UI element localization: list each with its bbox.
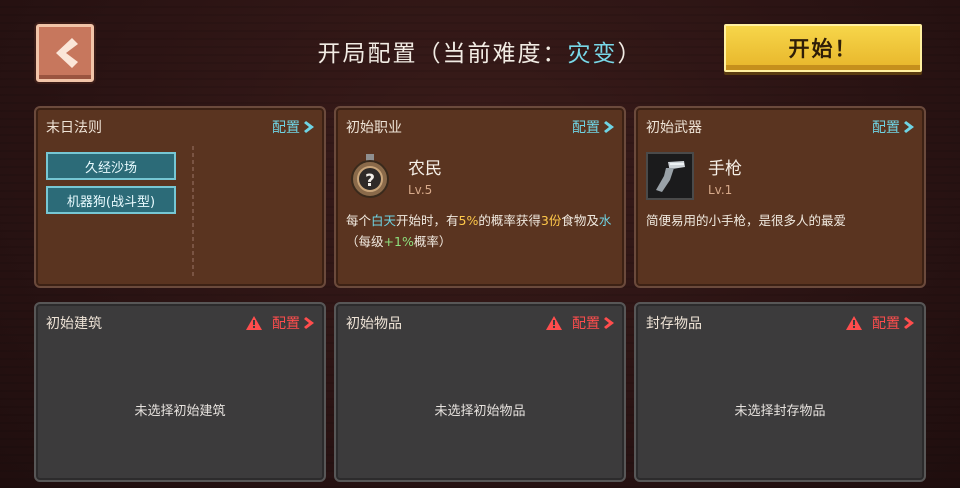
empty-items-text: 未选择初始物品 (434, 404, 526, 419)
empty-storage-text: 未选择封存物品 (734, 404, 826, 419)
rule-tag-robot-dog[interactable]: 机器狗(战斗型) (46, 186, 176, 214)
config-label: 配置 (272, 316, 300, 332)
profession-config-button[interactable]: 配置 (572, 117, 614, 137)
chevron-right-icon (604, 121, 614, 133)
panel-title: 末日法则 (46, 120, 102, 136)
rules-config-button[interactable]: 配置 (272, 117, 314, 137)
warning-icon (846, 316, 862, 330)
title-suffix: ） (617, 41, 643, 67)
warning-icon (246, 316, 262, 330)
config-label: 配置 (872, 120, 900, 136)
title-prefix: 开局配置（当前难度： (317, 41, 568, 67)
config-label: 配置 (272, 120, 300, 136)
panel-title: 初始武器 (646, 120, 702, 136)
items-config-button[interactable]: 配置 (546, 313, 614, 333)
profession-description: 每个白天开始时，有5%的概率获得3份食物及水（每级+1%概率） (346, 213, 612, 249)
start-button[interactable]: 开始！ (724, 24, 922, 72)
profession-level: Lv.5 (408, 183, 433, 197)
storage-config-button[interactable]: 配置 (846, 313, 914, 333)
weapon-name: 手枪 (708, 159, 742, 179)
weapon-description: 简便易用的小手枪，是很多人的最爱 (646, 213, 847, 228)
config-label: 配置 (572, 120, 600, 136)
warning-icon (546, 316, 562, 330)
question-badge-icon: ? (346, 152, 394, 200)
profession-name: 农民 (408, 159, 442, 179)
difficulty-label: 灾变 (567, 41, 618, 67)
chevron-right-icon (604, 317, 614, 329)
config-label: 配置 (872, 316, 900, 332)
panel-storage-items: 封存物品 配置 未选择封存物品 (634, 302, 926, 482)
empty-building-text: 未选择初始建筑 (134, 404, 226, 419)
chevron-right-icon (304, 121, 314, 133)
panel-doomsday-rules: 末日法则 配置 久经沙场 机器狗(战斗型) (34, 106, 326, 288)
svg-text:?: ? (365, 171, 375, 191)
panel-title: 封存物品 (646, 316, 702, 332)
weapon-config-button[interactable]: 配置 (872, 117, 914, 137)
panel-initial-building: 初始建筑 配置 未选择初始建筑 (34, 302, 326, 482)
building-config-button[interactable]: 配置 (246, 313, 314, 333)
chevron-right-icon (904, 121, 914, 133)
weapon-level: Lv.1 (708, 183, 733, 197)
panel-initial-profession: 初始职业 配置 ? 农民 Lv.5 每个白天开始时，有5%的概率获得3份食物及水… (334, 106, 626, 288)
chevron-right-icon (904, 317, 914, 329)
panel-title: 初始建筑 (46, 316, 102, 332)
pistol-icon (646, 152, 694, 200)
panel-initial-items: 初始物品 配置 未选择初始物品 (334, 302, 626, 482)
panel-title: 初始物品 (346, 316, 402, 332)
panel-title: 初始职业 (346, 120, 402, 136)
divider (192, 146, 194, 276)
config-label: 配置 (572, 316, 600, 332)
rule-tag-veteran[interactable]: 久经沙场 (46, 152, 176, 180)
chevron-right-icon (304, 317, 314, 329)
panel-initial-weapon: 初始武器 配置 手枪 Lv.1 简便易用的小手枪，是很多人的最爱 (634, 106, 926, 288)
